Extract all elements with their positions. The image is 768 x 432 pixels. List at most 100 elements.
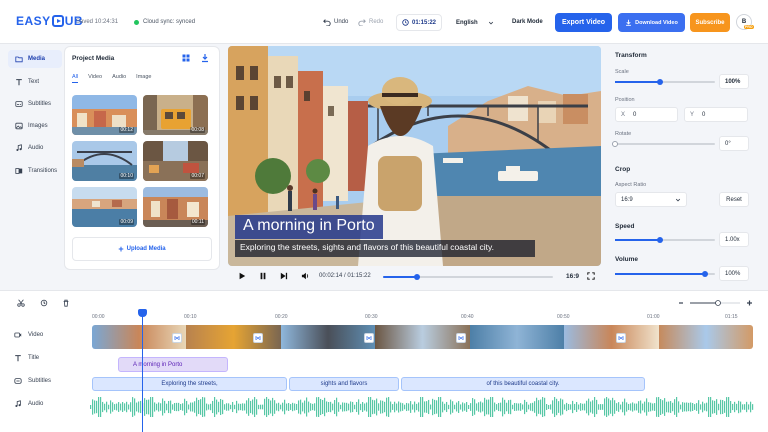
media-thumb[interactable]: 00:11 bbox=[143, 187, 208, 227]
avatar[interactable]: B PRO bbox=[736, 14, 754, 30]
transition-marker[interactable]: ⋈ bbox=[456, 333, 466, 343]
rotate-slider[interactable] bbox=[612, 141, 715, 147]
subscribe-button[interactable]: Subscribe bbox=[690, 13, 730, 32]
slider-handle[interactable] bbox=[657, 79, 663, 85]
media-thumb[interactable]: 00:12 bbox=[72, 95, 137, 135]
track-label-subtitles: Subtitles bbox=[14, 377, 51, 385]
pause-icon[interactable] bbox=[259, 272, 267, 280]
upload-media-button[interactable]: + Upload Media bbox=[72, 237, 212, 261]
tab-image[interactable]: Image bbox=[136, 74, 151, 83]
download-video-button[interactable]: Download Video bbox=[618, 13, 685, 32]
progress-handle[interactable] bbox=[414, 274, 420, 280]
nav-item-media[interactable]: Media bbox=[8, 50, 62, 68]
volume-slider[interactable] bbox=[615, 271, 715, 277]
redo-button[interactable]: Redo bbox=[358, 18, 383, 26]
download-icon bbox=[626, 19, 632, 26]
scale-slider[interactable] bbox=[615, 79, 715, 85]
subtitle-clip[interactable]: of this beautiful coastal city. bbox=[401, 377, 645, 391]
duration-value: 01:15:22 bbox=[411, 19, 437, 26]
playback-controls: 00:02:14 / 01:15:22 16:9 bbox=[228, 268, 601, 286]
undo-label: Undo bbox=[334, 19, 349, 25]
x-input[interactable]: X0 bbox=[615, 107, 678, 122]
media-thumb[interactable]: 00:07 bbox=[143, 141, 208, 181]
slider-handle[interactable] bbox=[657, 237, 663, 243]
speed-slider[interactable] bbox=[615, 237, 715, 243]
undo-button[interactable]: Undo bbox=[323, 18, 348, 26]
tab-video[interactable]: Video bbox=[88, 74, 102, 83]
y-input[interactable]: Y0 bbox=[684, 107, 748, 122]
aspect-ratio-label: Aspect Ratio bbox=[615, 182, 647, 188]
language-select[interactable]: English bbox=[450, 14, 500, 31]
import-icon[interactable] bbox=[200, 53, 210, 63]
caption-title-overlay[interactable]: A morning in Porto bbox=[235, 215, 383, 239]
fullscreen-icon[interactable] bbox=[587, 272, 595, 280]
media-tabs: All Video Audio Image bbox=[72, 74, 151, 83]
time-ruler[interactable]: 00:00 00:10 00:20 00:30 00:40 00:50 01:0… bbox=[92, 314, 752, 324]
aspect-ratio-label[interactable]: 16:9 bbox=[566, 273, 579, 280]
media-thumb[interactable]: 00:08 bbox=[143, 95, 208, 135]
reset-button[interactable]: Reset bbox=[719, 192, 749, 207]
aspect-ratio-select[interactable]: 16:9 bbox=[615, 192, 687, 207]
playhead-handle[interactable] bbox=[138, 309, 147, 317]
project-media-panel: Project Media All Video Audio Image 00:1… bbox=[64, 46, 220, 270]
video-clip[interactable] bbox=[469, 325, 565, 349]
audio-waveform[interactable] bbox=[90, 397, 754, 417]
trash-icon[interactable] bbox=[62, 299, 70, 307]
track-label-audio: Audio bbox=[14, 400, 43, 408]
nav-item-images[interactable]: Images bbox=[8, 117, 62, 135]
video-clip[interactable] bbox=[186, 325, 281, 349]
video-clip[interactable] bbox=[658, 325, 753, 349]
video-clip[interactable] bbox=[564, 325, 659, 349]
slider-handle[interactable] bbox=[612, 141, 618, 147]
volume-icon[interactable] bbox=[301, 272, 310, 280]
nav-item-transitions[interactable]: Transitions bbox=[8, 162, 62, 180]
subtitles-icon bbox=[14, 378, 22, 384]
video-clip[interactable] bbox=[280, 325, 376, 349]
volume-value[interactable]: 100% bbox=[719, 266, 749, 281]
playhead[interactable] bbox=[138, 309, 147, 432]
tab-all[interactable]: All bbox=[72, 74, 79, 83]
slider-fill bbox=[615, 273, 705, 275]
nav-item-text[interactable]: Text bbox=[8, 73, 62, 91]
caption-subtitle-overlay[interactable]: Exploring the streets, sights and flavor… bbox=[235, 240, 535, 257]
slider-handle[interactable] bbox=[702, 271, 708, 277]
track-label-title: Title bbox=[14, 354, 39, 362]
transition-marker[interactable]: ⋈ bbox=[364, 333, 374, 343]
transition-marker[interactable]: ⋈ bbox=[172, 333, 182, 343]
media-thumb[interactable]: 00:09 bbox=[72, 187, 137, 227]
duplicate-icon[interactable] bbox=[40, 299, 48, 307]
subtitle-clip[interactable]: Exploring the streets, bbox=[92, 377, 287, 391]
transition-marker[interactable]: ⋈ bbox=[616, 333, 626, 343]
brand-logo[interactable]: EASY UB bbox=[16, 14, 83, 28]
scale-value[interactable]: 100% bbox=[719, 74, 749, 89]
nav-item-audio[interactable]: Audio bbox=[8, 139, 62, 157]
nav-item-subtitles[interactable]: Subtitles bbox=[8, 95, 62, 113]
zoom-slider[interactable] bbox=[678, 299, 753, 307]
nav-label: Text bbox=[28, 79, 40, 85]
nav-label: Media bbox=[28, 56, 46, 62]
chevron-down-icon bbox=[675, 198, 681, 201]
rotate-value[interactable]: 0° bbox=[719, 136, 749, 151]
transition-marker[interactable]: ⋈ bbox=[253, 333, 263, 343]
progress-bar[interactable] bbox=[383, 274, 553, 280]
language-value: English bbox=[456, 19, 478, 26]
dark-mode-toggle[interactable]: Dark Mode bbox=[512, 19, 543, 25]
position-label: Position bbox=[615, 97, 635, 103]
thumb-duration: 00:12 bbox=[119, 127, 134, 133]
next-icon[interactable] bbox=[280, 272, 288, 280]
timecode: 00:02:14 / 01:15:22 bbox=[319, 273, 371, 279]
tab-audio[interactable]: Audio bbox=[112, 74, 126, 83]
media-thumb[interactable]: 00:10 bbox=[72, 141, 137, 181]
title-clip[interactable]: A morning in Porto bbox=[118, 357, 228, 372]
play-icon[interactable] bbox=[238, 272, 246, 280]
slider-fill bbox=[615, 81, 660, 83]
grid-view-icon[interactable] bbox=[181, 53, 191, 63]
subtitle-clip[interactable]: sights and flavors bbox=[289, 377, 399, 391]
speed-value[interactable]: 1.00x bbox=[719, 232, 749, 247]
ruler-tick: 01:00 bbox=[647, 314, 660, 320]
scissors-icon[interactable] bbox=[17, 299, 25, 307]
y-value: 0 bbox=[702, 111, 706, 118]
export-video-button[interactable]: Export Video bbox=[555, 13, 612, 32]
thumb-duration: 00:08 bbox=[190, 127, 205, 133]
video-clip-track[interactable] bbox=[92, 325, 753, 349]
